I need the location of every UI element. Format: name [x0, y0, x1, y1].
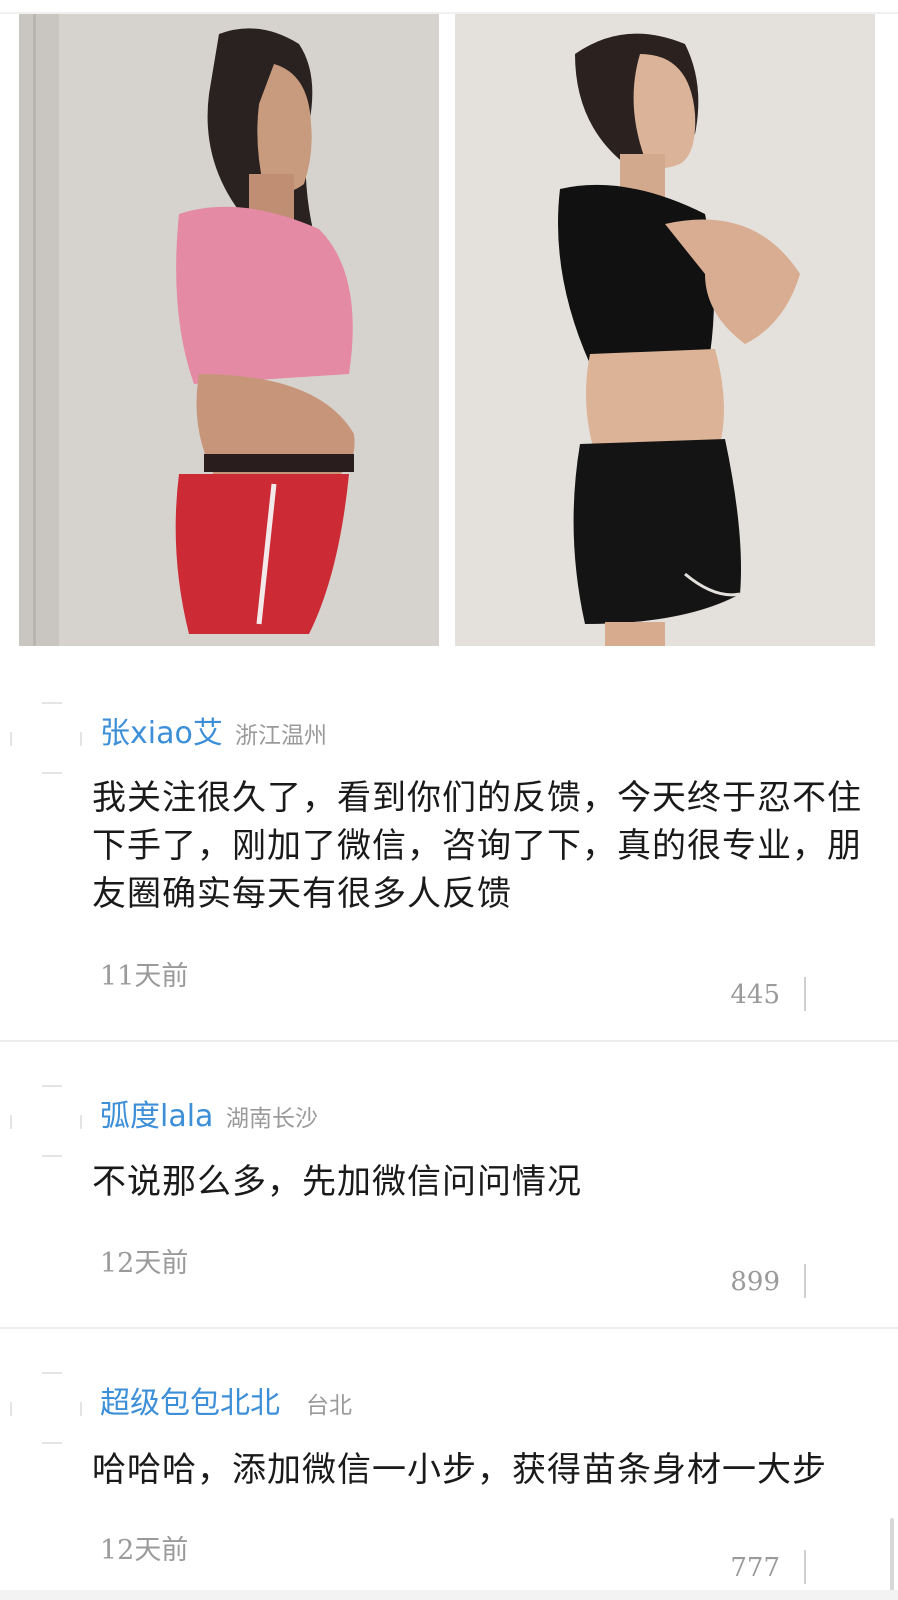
like-count[interactable]: 899	[730, 1267, 780, 1297]
comment-text: 我关注很久了，看到你们的反馈，今天终于忍不住下手了，刚加了微信，咨询了下，真的很…	[92, 778, 862, 914]
after-photo-image	[455, 14, 875, 646]
username[interactable]: 超级包包北北	[100, 1378, 280, 1422]
avatar[interactable]	[10, 1372, 82, 1444]
like-divider	[804, 977, 806, 1011]
scrollbar[interactable]	[890, 1518, 894, 1600]
location: 浙江温州	[235, 723, 327, 749]
top-divider	[0, 0, 898, 14]
comment-time: 12天前	[100, 1535, 189, 1566]
comment-separator	[0, 1040, 898, 1042]
avatar[interactable]	[10, 702, 82, 774]
username[interactable]: 张xiao艾	[100, 708, 223, 752]
bottom-divider	[0, 1590, 898, 1600]
like-count[interactable]: 777	[730, 1553, 780, 1583]
like-count[interactable]: 445	[730, 980, 780, 1010]
comment-text: 哈哈哈，添加微信一小步，获得苗条身材一大步	[92, 1450, 827, 1490]
before-photo-image	[19, 14, 439, 646]
location: 湖南长沙	[226, 1106, 318, 1132]
like-divider	[804, 1550, 806, 1584]
after-photo[interactable]	[455, 14, 875, 646]
before-photo[interactable]	[19, 14, 439, 646]
avatar[interactable]	[10, 1085, 82, 1157]
comment-time: 11天前	[100, 961, 189, 992]
comment-separator	[0, 1327, 898, 1329]
username[interactable]: 弧度lala	[100, 1091, 213, 1135]
like-divider	[804, 1264, 806, 1298]
comment-text: 不说那么多，先加微信问问情况	[92, 1162, 582, 1202]
location: 台北	[306, 1393, 352, 1419]
comment-time: 12天前	[100, 1248, 189, 1279]
